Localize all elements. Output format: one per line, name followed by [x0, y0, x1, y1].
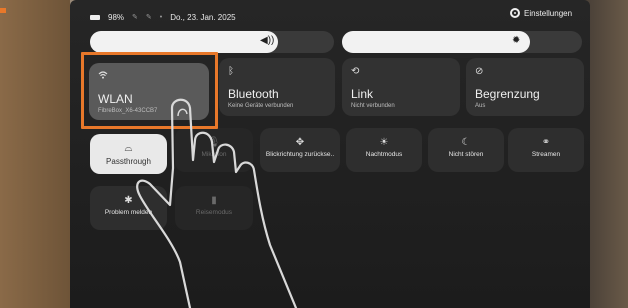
microphone-label: Mikrofon [201, 151, 227, 158]
brightness-slider[interactable]: ✹ [342, 31, 582, 53]
bluetooth-icon: ᛒ [228, 66, 234, 77]
speaker-icon: ◀)) [260, 35, 275, 46]
travel-mode-label: Reisemodus [195, 209, 233, 216]
volume-fill [90, 31, 278, 53]
do-not-disturb-button[interactable]: ☾ Nicht stören [428, 128, 504, 172]
travel-mode-button[interactable]: ▮ Reisemodus [175, 186, 253, 230]
separator-dot: • [159, 13, 163, 21]
tile-link-subtitle: Nicht verbunden [351, 103, 395, 109]
battery-level: 98% [108, 12, 125, 22]
volume-slider[interactable]: ◀)) [90, 31, 334, 53]
tile-begrenzung-subtitle: Aus [475, 103, 486, 109]
corner-mark [0, 8, 6, 13]
battery-icon [90, 14, 100, 20]
cast-button[interactable]: ⚭ Streamen [508, 128, 584, 172]
report-problem-label: Problem melden [104, 209, 153, 216]
brightness-fill [342, 31, 530, 53]
background-left [0, 0, 70, 308]
microphone-icon: 🎙 [207, 137, 221, 148]
night-mode-label: Nachtmodus [365, 151, 403, 158]
recenter-label: Blickrichtung zurückse.. [265, 151, 335, 158]
cast-icon: ⚭ [541, 137, 551, 148]
controller-left-icon: ✎ [132, 14, 138, 21]
tile-bluetooth-subtitle: Keine Geräte verbunden [228, 103, 294, 109]
moon-icon: ☾ [461, 137, 471, 148]
status-bar: 98% ✎ ✎ • Do., 23. Jan. 2025 [90, 10, 236, 24]
report-problem-button[interactable]: ✱ Problem melden [90, 186, 167, 230]
travel-icon: ▮ [211, 195, 217, 206]
night-mode-icon: ☀ [379, 137, 389, 148]
tile-link[interactable]: ⟲ Link Nicht verbunden [342, 58, 460, 116]
passthrough-button[interactable]: ⌓ Passthrough [90, 134, 167, 174]
sun-icon: ✹ [512, 35, 521, 46]
settings-label: Einstellungen [524, 8, 573, 18]
recenter-icon: ✥ [295, 137, 305, 148]
settings-button[interactable]: Einstellungen [510, 8, 572, 18]
bug-icon: ✱ [124, 195, 133, 206]
passthrough-icon: ⌓ [124, 143, 133, 154]
boundary-icon: ⊘ [475, 66, 484, 77]
tile-link-title: Link [351, 87, 374, 101]
highlight-frame [81, 52, 218, 129]
tile-begrenzung[interactable]: ⊘ Begrenzung Aus [466, 58, 584, 116]
passthrough-label: Passthrough [106, 157, 151, 166]
tile-bluetooth[interactable]: ᛒ Bluetooth Keine Geräte verbunden [219, 58, 335, 116]
night-mode-button[interactable]: ☀ Nachtmodus [346, 128, 422, 172]
microphone-button[interactable]: 🎙 Mikrofon [175, 128, 253, 172]
recenter-button[interactable]: ✥ Blickrichtung zurückse.. [260, 128, 340, 172]
tile-begrenzung-title: Begrenzung [475, 87, 540, 101]
cast-label: Streamen [531, 151, 561, 158]
gear-icon [510, 8, 520, 18]
do-not-disturb-label: Nicht stören [448, 151, 484, 158]
controller-right-icon: ✎ [145, 14, 152, 21]
link-icon: ⟲ [351, 66, 360, 77]
tile-bluetooth-title: Bluetooth [228, 87, 279, 101]
date-text: Do., 23. Jan. 2025 [170, 12, 236, 22]
